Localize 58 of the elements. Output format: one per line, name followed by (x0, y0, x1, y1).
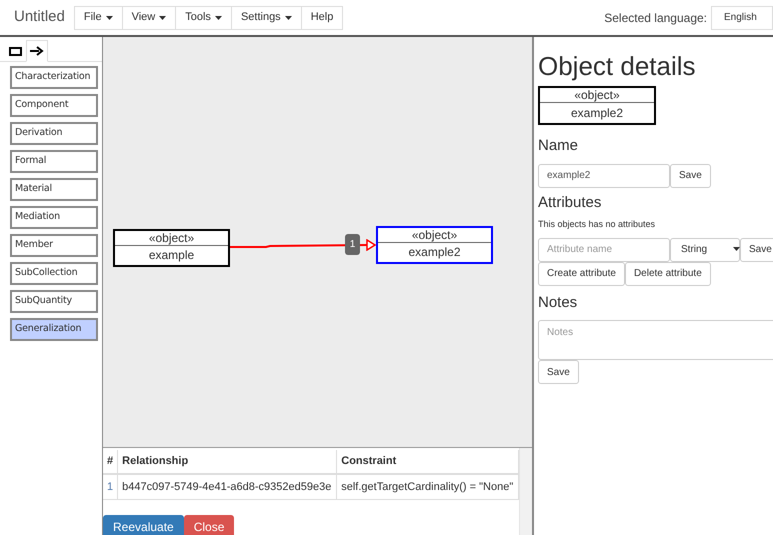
caret-icon (284, 16, 292, 20)
caret-icon (214, 16, 222, 20)
section-heading: Attributes (538, 192, 602, 212)
object-node[interactable]: «object» example2 (376, 226, 493, 264)
palette-item[interactable]: Generalization (10, 318, 98, 341)
save-button[interactable]: Save (740, 238, 773, 262)
stereotype-label: «object» (378, 228, 491, 243)
arrow-icon (30, 46, 44, 56)
rectangle-icon (8, 46, 22, 56)
menu-button[interactable]: View (122, 6, 176, 30)
empty-attributes-note: This objects has no attributes (538, 218, 656, 231)
diagram-canvas[interactable]: «object» example 1 «object» example2 (103, 37, 532, 448)
palette-item[interactable]: SubQuantity (10, 290, 98, 313)
section-heading: Notes (538, 292, 578, 312)
menu-button[interactable]: Settings (230, 6, 302, 30)
palette-item[interactable]: Characterization (10, 66, 98, 89)
palette-item[interactable]: Derivation (10, 122, 98, 145)
palette-item[interactable]: Mediation (10, 206, 98, 229)
palette-item[interactable]: Formal (10, 150, 98, 173)
panel-title: Object details (538, 52, 697, 80)
stereotype-label: «object» (115, 231, 228, 246)
generalization-arrow[interactable] (230, 239, 376, 251)
object-name: example2 (570, 105, 624, 122)
notes-field[interactable]: Notes (538, 320, 773, 360)
delete-attribute-button[interactable]: Delete attribute (624, 262, 711, 286)
object-name: example (148, 247, 196, 264)
document-title: Untitled (14, 7, 65, 28)
caret-icon (733, 247, 740, 252)
close-button[interactable]: Close (184, 514, 234, 535)
table-cell: 1 (103, 474, 118, 499)
save-button[interactable]: Save (670, 164, 711, 188)
cardinality-badge: 1 (345, 234, 360, 255)
caret-icon (106, 16, 113, 20)
object-name: example2 (407, 244, 462, 261)
menu-button[interactable]: Tools (175, 6, 232, 30)
scrollbar[interactable] (519, 448, 532, 535)
palette-tab[interactable] (26, 40, 48, 62)
language-label: Selected language: (604, 10, 707, 26)
caret-icon (159, 16, 166, 20)
menu-button[interactable]: File (74, 6, 123, 30)
palette-item[interactable]: SubCollection (10, 262, 98, 285)
object-node[interactable]: «object» example (113, 229, 230, 267)
palette-item[interactable]: Member (10, 234, 98, 257)
table-cell: b447c097-5749-4e41-a6d8-c9352ed59e3e (118, 474, 337, 499)
menu-button[interactable]: Help (300, 6, 344, 30)
language-select[interactable]: English (711, 6, 773, 30)
name-field[interactable]: example2 (538, 164, 670, 188)
column-header: # (103, 450, 118, 474)
palette-item[interactable]: Material (10, 178, 98, 201)
attribute-name-field[interactable]: Attribute name (538, 238, 670, 262)
section-heading: Name (538, 136, 580, 156)
column-header: Relationship (118, 450, 337, 474)
create-attribute-button[interactable]: Create attribute (538, 262, 625, 286)
reevaluate-button[interactable]: Reevaluate (103, 514, 184, 535)
attribute-type-select[interactable]: String (670, 238, 740, 262)
stereotype-label: «object» (540, 88, 654, 103)
palette-item[interactable]: Component (10, 94, 98, 117)
save-button[interactable]: Save (538, 360, 579, 384)
